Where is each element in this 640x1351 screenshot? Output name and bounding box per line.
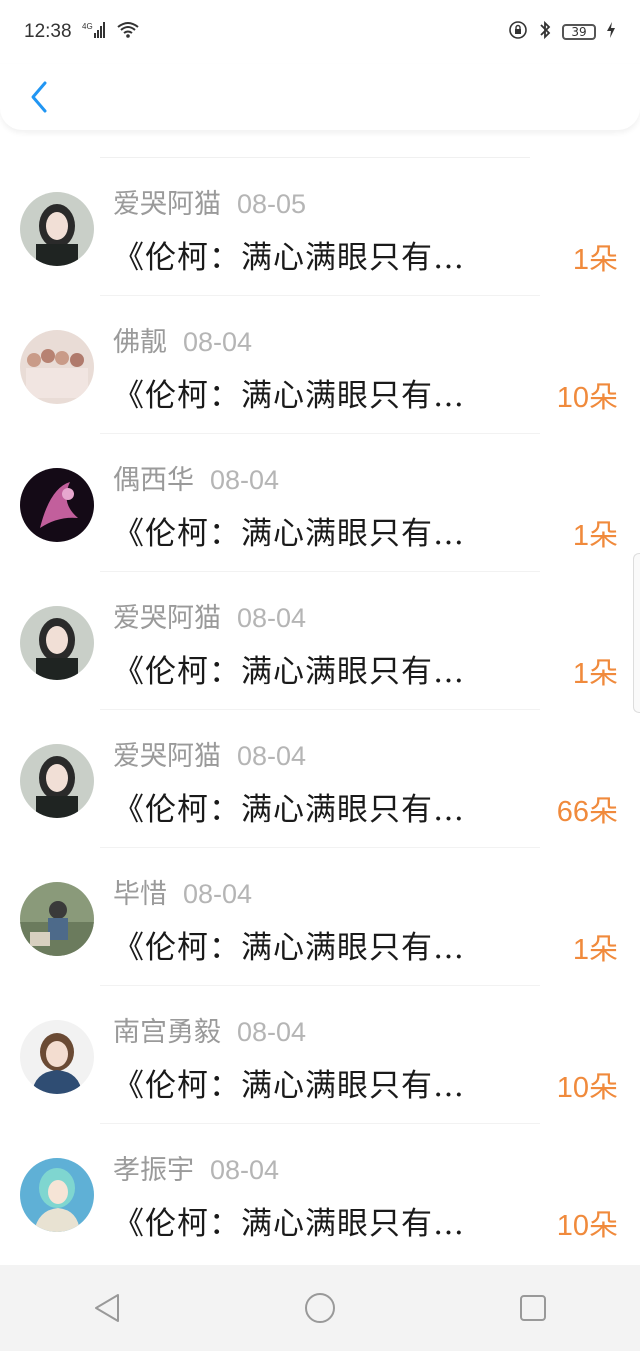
record-message: 《伦柯：满心满眼只有…	[113, 654, 465, 690]
nav-recents-icon	[520, 1295, 547, 1321]
record-message: 《伦柯：满心满眼只有…	[113, 516, 465, 552]
signal-icon: 4G	[82, 21, 106, 43]
row-header: 偶西华 08-04	[113, 458, 279, 497]
user-name[interactable]: 孝振宇	[113, 1148, 194, 1187]
svg-text:4G: 4G	[82, 22, 93, 31]
record-date: 08-04	[183, 879, 253, 909]
record-message: 《伦柯：满心满眼只有…	[113, 378, 465, 414]
record-message: 《伦柯：满心满眼只有…	[113, 930, 465, 966]
record-message: 《伦柯：满心满眼只有…	[113, 792, 465, 828]
row-header: 孝振宇 08-04	[113, 1148, 279, 1187]
nav-back-button[interactable]	[77, 1278, 137, 1338]
list-item[interactable]: 爱哭阿猫 08-04 《伦柯：满心满眼只有… 66朵	[0, 710, 640, 848]
status-bar-left: 12:38 4G	[24, 21, 140, 43]
status-bar-right: 39	[508, 20, 616, 44]
header-bar	[0, 64, 640, 130]
flower-count: 10朵	[556, 1072, 618, 1104]
record-date: 08-04	[237, 1017, 307, 1047]
gift-record-list: 爱哭阿猫 08-05 《伦柯：满心满眼只有… 1朵 佛靓 08-04 《伦柯：满…	[0, 158, 640, 1262]
user-name[interactable]: 毕惜	[113, 872, 167, 911]
avatar[interactable]	[20, 882, 94, 956]
list-item[interactable]: 南宫勇毅 08-04 《伦柯：满心满眼只有… 10朵	[0, 986, 640, 1124]
back-button[interactable]	[22, 76, 56, 118]
avatar[interactable]	[20, 606, 94, 680]
charging-icon	[606, 21, 616, 43]
flower-count: 1朵	[572, 244, 618, 276]
user-name[interactable]: 佛靓	[113, 320, 167, 359]
record-date: 08-04	[237, 741, 307, 771]
avatar[interactable]	[20, 330, 94, 404]
list-item[interactable]: 偶西华 08-04 《伦柯：满心满眼只有… 1朵	[0, 434, 640, 572]
nav-recents-button[interactable]	[503, 1278, 563, 1338]
list-item[interactable]: 佛靓 08-04 《伦柯：满心满眼只有… 10朵	[0, 296, 640, 434]
user-name[interactable]: 爱哭阿猫	[113, 182, 221, 221]
scrollbar-handle[interactable]	[633, 553, 640, 713]
user-name[interactable]: 南宫勇毅	[113, 1010, 221, 1049]
record-date: 08-04	[237, 603, 307, 633]
system-nav-bar	[0, 1265, 640, 1351]
nav-back-icon	[94, 1294, 119, 1322]
record-date: 08-04	[183, 327, 253, 357]
nav-home-icon	[304, 1293, 335, 1323]
row-header: 爱哭阿猫 08-04	[113, 596, 306, 635]
nav-home-button[interactable]	[290, 1278, 350, 1338]
list-item[interactable]: 爱哭阿猫 08-05 《伦柯：满心满眼只有… 1朵	[0, 158, 640, 296]
list-item[interactable]: 毕惜 08-04 《伦柯：满心满眼只有… 1朵	[0, 848, 640, 986]
status-bar: 12:38 4G 39	[0, 0, 640, 64]
user-name[interactable]: 爱哭阿猫	[113, 734, 221, 773]
record-date: 08-05	[237, 189, 307, 219]
avatar[interactable]	[20, 1158, 94, 1232]
user-name[interactable]: 偶西华	[113, 458, 194, 497]
record-date: 08-04	[210, 1155, 280, 1185]
flower-count: 10朵	[556, 382, 618, 414]
flower-count: 1朵	[572, 934, 618, 966]
flower-count: 10朵	[556, 1210, 618, 1242]
record-message: 《伦柯：满心满眼只有…	[113, 1206, 465, 1242]
avatar[interactable]	[20, 468, 94, 542]
record-message: 《伦柯：满心满眼只有…	[113, 240, 465, 276]
list-item[interactable]: 孝振宇 08-04 《伦柯：满心满眼只有… 10朵	[0, 1124, 640, 1262]
row-header: 毕惜 08-04	[113, 872, 252, 911]
avatar[interactable]	[20, 744, 94, 818]
flower-count: 1朵	[572, 658, 618, 690]
status-time: 12:38	[24, 21, 72, 42]
bluetooth-icon	[538, 20, 552, 44]
row-header: 南宫勇毅 08-04	[113, 1010, 306, 1049]
list-item[interactable]: 爱哭阿猫 08-04 《伦柯：满心满眼只有… 1朵	[0, 572, 640, 710]
back-arrow-icon	[31, 81, 47, 113]
avatar[interactable]	[20, 1020, 94, 1094]
flower-count: 1朵	[572, 520, 618, 552]
flower-count: 66朵	[556, 796, 618, 828]
row-header: 爱哭阿猫 08-05	[113, 182, 306, 221]
row-header: 佛靓 08-04	[113, 320, 252, 359]
avatar[interactable]	[20, 192, 94, 266]
record-date: 08-04	[210, 465, 280, 495]
record-message: 《伦柯：满心满眼只有…	[113, 1068, 465, 1104]
user-name[interactable]: 爱哭阿猫	[113, 596, 221, 635]
lock-icon	[508, 20, 528, 44]
battery-icon: 39	[562, 24, 596, 40]
row-header: 爱哭阿猫 08-04	[113, 734, 306, 773]
wifi-icon	[116, 21, 140, 43]
